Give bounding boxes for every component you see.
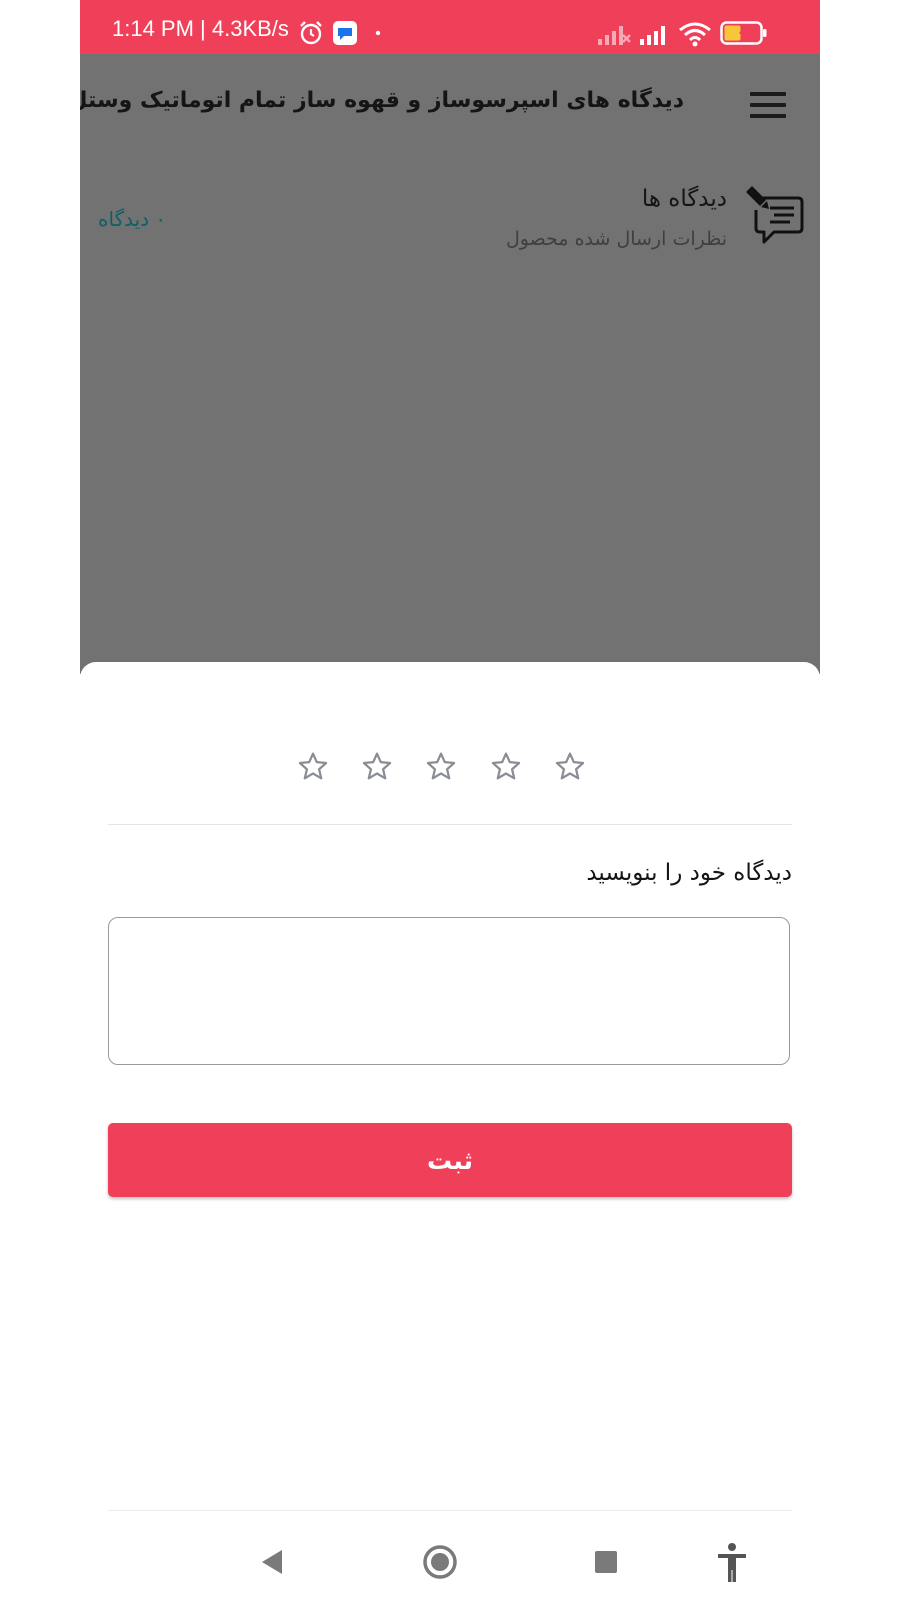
divider	[108, 824, 792, 825]
signal-icon	[640, 26, 665, 45]
home-icon[interactable]	[418, 1540, 462, 1584]
star-icon[interactable]	[489, 750, 523, 784]
comments-heading: دیدگاه ها	[641, 186, 727, 212]
no-signal-icon	[598, 26, 631, 45]
page-scrim[interactable]	[80, 54, 820, 674]
recents-icon[interactable]	[584, 1540, 628, 1584]
submit-button[interactable]: ثبت	[108, 1123, 792, 1197]
comment-edit-icon	[746, 186, 804, 244]
accessibility-icon[interactable]	[710, 1540, 754, 1584]
screen: 1:14 PM | 4.3KB/s 40 دیدگاه های اسپرسوسا…	[80, 0, 820, 1600]
status-time: 1:14 PM | 4.3KB/s	[112, 16, 289, 41]
status-bar: 1:14 PM | 4.3KB/s 40	[80, 0, 820, 54]
star-icon[interactable]	[360, 750, 394, 784]
comments-subtitle: نظرات ارسال شده محصول	[506, 228, 727, 250]
battery-level: 40	[739, 23, 755, 39]
back-icon[interactable]	[250, 1540, 294, 1584]
comment-field-label: دیدگاه خود را بنویسید	[586, 860, 792, 886]
dot-icon	[375, 30, 381, 36]
hamburger-menu-icon[interactable]	[750, 92, 786, 120]
comments-count: ۰ دیدگاه	[98, 207, 167, 231]
star-icon[interactable]	[424, 750, 458, 784]
star-icon[interactable]	[296, 750, 330, 784]
page-title: دیدگاه های اسپرسوساز و قهوه ساز تمام اتو…	[80, 88, 684, 113]
system-nav-bar	[80, 1510, 820, 1600]
divider	[108, 1510, 792, 1511]
wifi-icon	[679, 22, 711, 47]
comment-bottom-sheet: دیدگاه خود را بنویسید ثبت	[80, 662, 820, 1522]
comment-input[interactable]	[108, 917, 790, 1065]
star-icon[interactable]	[553, 750, 587, 784]
rating-stars	[296, 750, 596, 790]
messages-icon	[333, 21, 357, 45]
alarm-icon	[300, 21, 322, 45]
